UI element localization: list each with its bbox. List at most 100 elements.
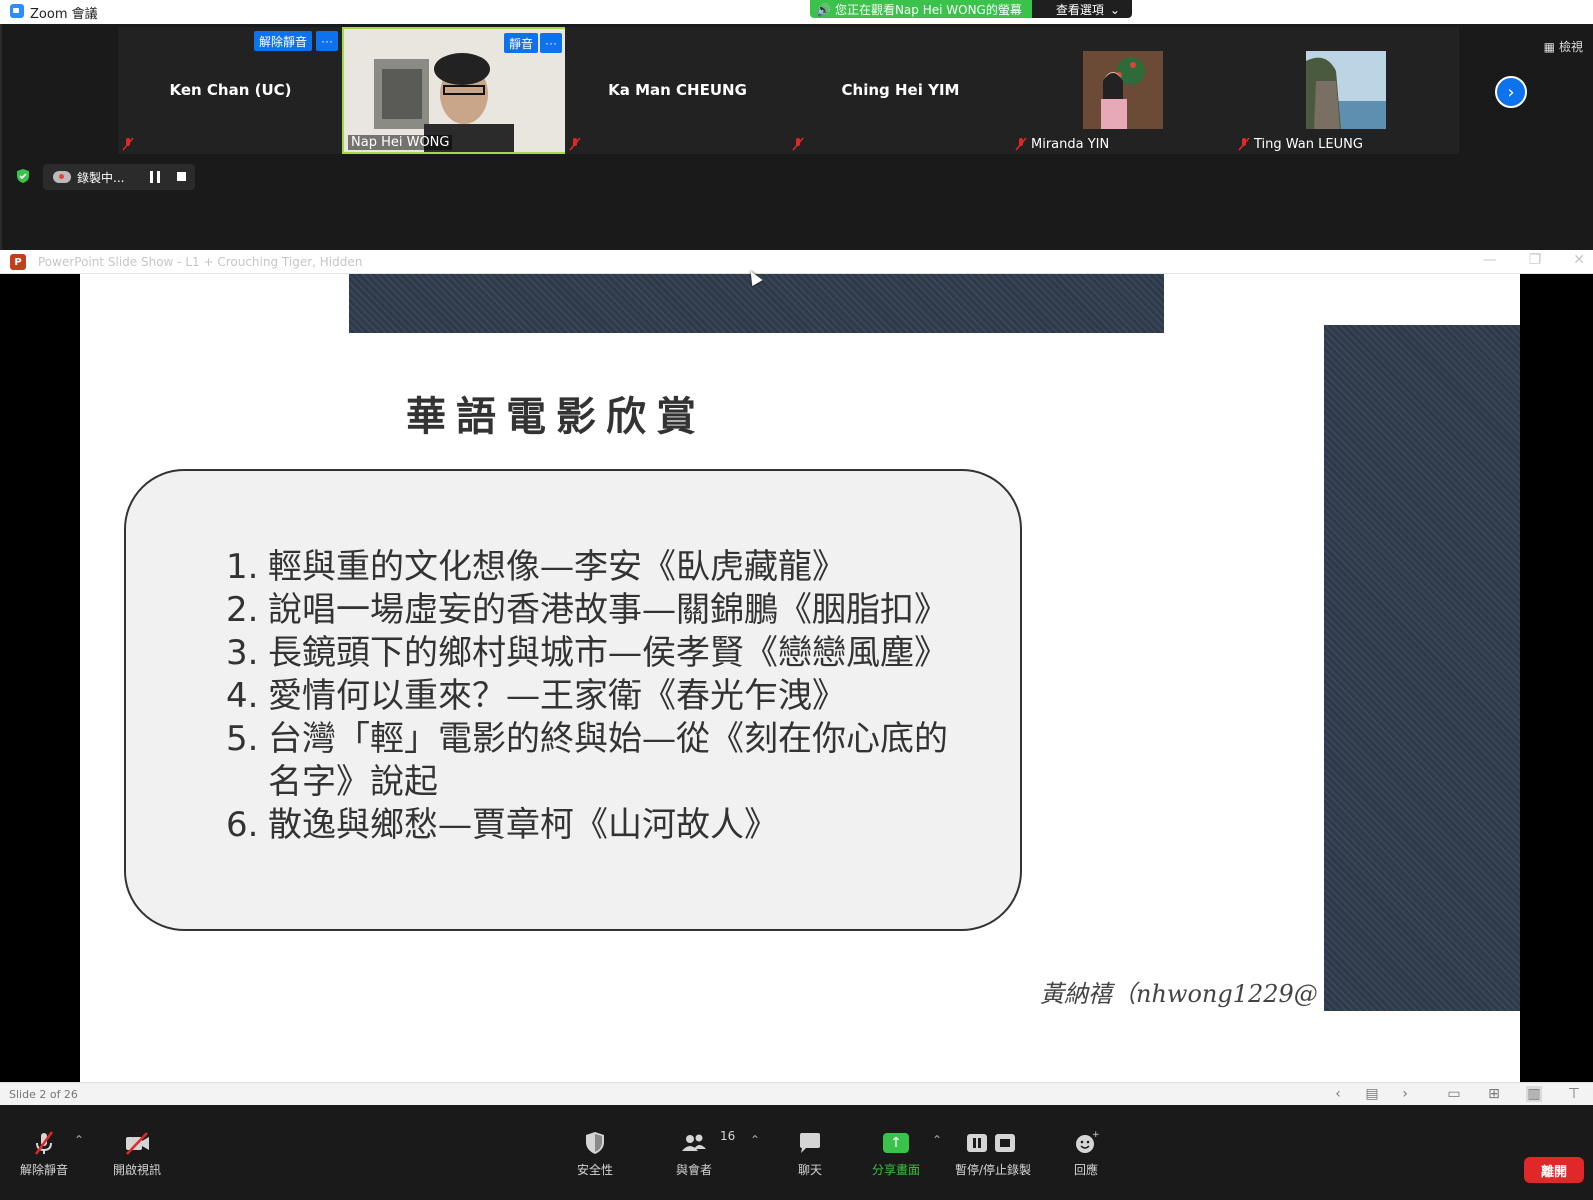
pause-stop-icon xyxy=(967,1134,1016,1152)
security-label: 安全性 xyxy=(577,1163,614,1177)
viewing-banner: 🔊 您正在觀看Nap Hei WONG的螢幕 查看選項 ⌄ xyxy=(810,0,1132,18)
participant-gallery: 解除靜音 ··· Ken Chan (UC) 靜音 ··· Nap Hei WO… xyxy=(0,24,1593,250)
mute-participant-button[interactable]: 靜音 xyxy=(504,33,539,53)
minimize-icon[interactable]: — xyxy=(1483,252,1497,268)
slide-sorter-icon[interactable]: ⊞ xyxy=(1486,1086,1502,1102)
topic-text: 輕與重的文化想像—李安《臥虎藏龍》 xyxy=(268,547,846,587)
svg-text:+: + xyxy=(1092,1130,1100,1140)
participant-tile[interactable]: 解除靜音 ··· Ken Chan (UC) xyxy=(118,27,343,154)
pause-stop-recording-label: 暫停/停止錄製 xyxy=(955,1163,1032,1177)
ppt-titlebar: P PowerPoint Slide Show - L1 + Crouching… xyxy=(0,250,1593,274)
mic-muted-icon xyxy=(792,137,804,151)
share-options-caret-icon[interactable]: ⌃ xyxy=(932,1133,942,1147)
view-options-label: 查看選項 xyxy=(1055,3,1104,17)
slide-area: 華語電影欣賞 1. 輕與重的文化想像—李安《臥虎藏龍》 2. 說唱一場虛妄的香港故事… xyxy=(0,274,1593,1082)
participant-tile[interactable]: Ching Hei YIM xyxy=(788,27,1013,154)
letterbox-right xyxy=(1520,274,1593,1082)
topic-text: 台灣「輕」電影的終與始—從《刻在你心底的名字》說起 xyxy=(268,719,948,802)
reactions-button[interactable]: + 回應 xyxy=(1072,1129,1100,1178)
shared-screen: P PowerPoint Slide Show - L1 + Crouching… xyxy=(0,250,1593,1105)
participant-more-button[interactable]: ··· xyxy=(540,33,562,53)
grid-icon: ▦ xyxy=(1543,39,1555,54)
emoji-icon: + xyxy=(1076,1130,1100,1153)
next-page-button[interactable]: › xyxy=(1495,76,1527,108)
view-button-label: 檢視 xyxy=(1558,40,1583,54)
participant-name: Ka Man CHEUNG xyxy=(608,81,747,99)
participant-tile-active[interactable]: 靜音 ··· Nap Hei WONG xyxy=(342,27,567,154)
meeting-toolbar: 解除靜音 ⌃ 開啟視訊 安全性 與會者 16 ⌃ 聊天 ↑ 分享畫面 ⌃ 暫停/… xyxy=(0,1105,1593,1200)
shield-check-icon[interactable] xyxy=(15,168,31,184)
ppt-window-title: PowerPoint Slide Show - L1 + Crouching T… xyxy=(38,255,363,269)
mic-muted-icon xyxy=(1015,137,1027,151)
profile-picture xyxy=(1083,51,1163,129)
participant-name: Ching Hei YIM xyxy=(841,81,960,99)
topic-text: 長鏡頭下的鄉村與城市—侯孝賢《戀戀風塵》 xyxy=(268,633,948,673)
start-video-label: 開啟視訊 xyxy=(113,1163,162,1177)
topic-list: 1. 輕與重的文化想像—李安《臥虎藏龍》 2. 說唱一場虛妄的香港故事—關錦鵬《胭脂… xyxy=(226,546,958,847)
next-slide-icon[interactable]: › xyxy=(1397,1086,1413,1102)
unmute-label: 解除靜音 xyxy=(20,1163,69,1177)
chat-label: 聊天 xyxy=(797,1163,822,1177)
participant-name: Nap Hei WONG xyxy=(348,135,453,150)
speaker-icon: 🔊 xyxy=(816,2,831,17)
slideshow-icon[interactable]: ⊤ xyxy=(1566,1086,1582,1102)
restore-icon[interactable]: ❐ xyxy=(1529,252,1542,268)
window-titlebar: Zoom 會議 🔊 您正在觀看Nap Hei WONG的螢幕 查看選項 ⌄ xyxy=(0,0,1593,24)
participants-icon xyxy=(682,1134,706,1151)
recording-label: 錄製中... xyxy=(77,170,125,185)
start-video-button[interactable]: 開啟視訊 xyxy=(113,1129,161,1178)
mic-muted-icon xyxy=(34,1131,54,1155)
view-options-button[interactable]: 查看選項 ⌄ xyxy=(1031,0,1132,18)
topic-text: 愛情何以重來？—王家衛《春光乍洩》 xyxy=(268,676,846,716)
list-item: 6. 散逸與鄉愁—賈章柯《山河故人》 xyxy=(226,804,958,847)
mic-muted-icon xyxy=(1238,137,1250,151)
slide-footer: 黃納禧（nhwong1229@ xyxy=(1040,980,1318,1008)
participant-name: Miranda YIN xyxy=(1031,137,1110,152)
share-screen-icon: ↑ xyxy=(883,1133,909,1153)
leave-button[interactable]: 離開 xyxy=(1524,1157,1584,1183)
topic-text: 散逸與鄉愁—賈章柯《山河故人》 xyxy=(268,805,778,845)
normal-view-icon[interactable]: ▭ xyxy=(1446,1086,1462,1102)
viewing-banner-status: 🔊 您正在觀看Nap Hei WONG的螢幕 xyxy=(810,0,1032,18)
previous-slide-icon[interactable]: ‹ xyxy=(1330,1086,1346,1102)
list-item: 3. 長鏡頭下的鄉村與城市—侯孝賢《戀戀風塵》 xyxy=(226,632,958,675)
cloud-recording-icon xyxy=(53,171,71,183)
participant-tile[interactable]: Ka Man CHEUNG xyxy=(565,27,790,154)
viewing-text: 您正在觀看Nap Hei WONG的螢幕 xyxy=(834,3,1022,17)
profile-picture xyxy=(1306,51,1386,129)
slide-content-box: 1. 輕與重的文化想像—李安《臥虎藏龍》 2. 說唱一場虛妄的香港故事—關錦鵬《胭脂… xyxy=(124,469,1022,931)
list-item: 2. 說唱一場虛妄的香港故事—關錦鵬《胭脂扣》 xyxy=(226,589,958,632)
participants-options-caret-icon[interactable]: ⌃ xyxy=(750,1133,760,1147)
close-icon[interactable]: ✕ xyxy=(1573,252,1585,268)
topic-text: 說唱一場虛妄的香港故事—關錦鵬《胭脂扣》 xyxy=(268,590,948,630)
mic-muted-icon xyxy=(569,137,581,151)
stop-recording-icon[interactable] xyxy=(177,172,186,181)
chat-button[interactable]: 聊天 xyxy=(796,1129,824,1178)
reading-view-icon[interactable]: ▥ xyxy=(1526,1086,1542,1102)
unmute-button[interactable]: 解除靜音 xyxy=(20,1129,68,1178)
list-item: 5. 台灣「輕」電影的終與始—從《刻在你心底的名字》說起 xyxy=(226,718,958,804)
participant-name: Ting Wan LEUNG xyxy=(1254,137,1363,152)
security-button[interactable]: 安全性 xyxy=(577,1129,613,1178)
unmute-participant-button[interactable]: 解除靜音 xyxy=(254,31,313,51)
topic-number: 6. xyxy=(226,805,259,845)
topic-number: 3. xyxy=(226,633,259,673)
view-button[interactable]: ▦ 檢視 xyxy=(1544,38,1583,55)
slide-menu-icon[interactable]: ▤ xyxy=(1364,1086,1380,1102)
topic-number: 1. xyxy=(226,547,259,587)
reactions-label: 回應 xyxy=(1073,1163,1098,1177)
pause-recording-icon[interactable] xyxy=(150,171,160,183)
audio-options-caret-icon[interactable]: ⌃ xyxy=(74,1133,84,1147)
participant-name: Ken Chan (UC) xyxy=(169,81,292,99)
share-screen-label: 分享畫面 xyxy=(872,1163,921,1177)
participant-more-button[interactable]: ··· xyxy=(316,31,338,51)
share-screen-button[interactable]: ↑ 分享畫面 xyxy=(872,1129,920,1178)
participants-button[interactable]: 與會者 xyxy=(676,1129,712,1178)
pause-stop-recording-button[interactable]: 暫停/停止錄製 xyxy=(955,1129,1031,1178)
participant-tile[interactable]: Miranda YIN xyxy=(1011,27,1236,154)
ppt-statusbar: Slide 2 of 26 ‹ ▤ › ▭ ⊞ ▥ ⊤ xyxy=(0,1082,1593,1105)
participants-count: 16 xyxy=(720,1129,736,1143)
participant-tile[interactable]: Ting Wan LEUNG xyxy=(1234,27,1459,154)
slide-decoration-right xyxy=(1324,325,1520,1011)
slide-title: 華語電影欣賞 xyxy=(406,394,706,440)
